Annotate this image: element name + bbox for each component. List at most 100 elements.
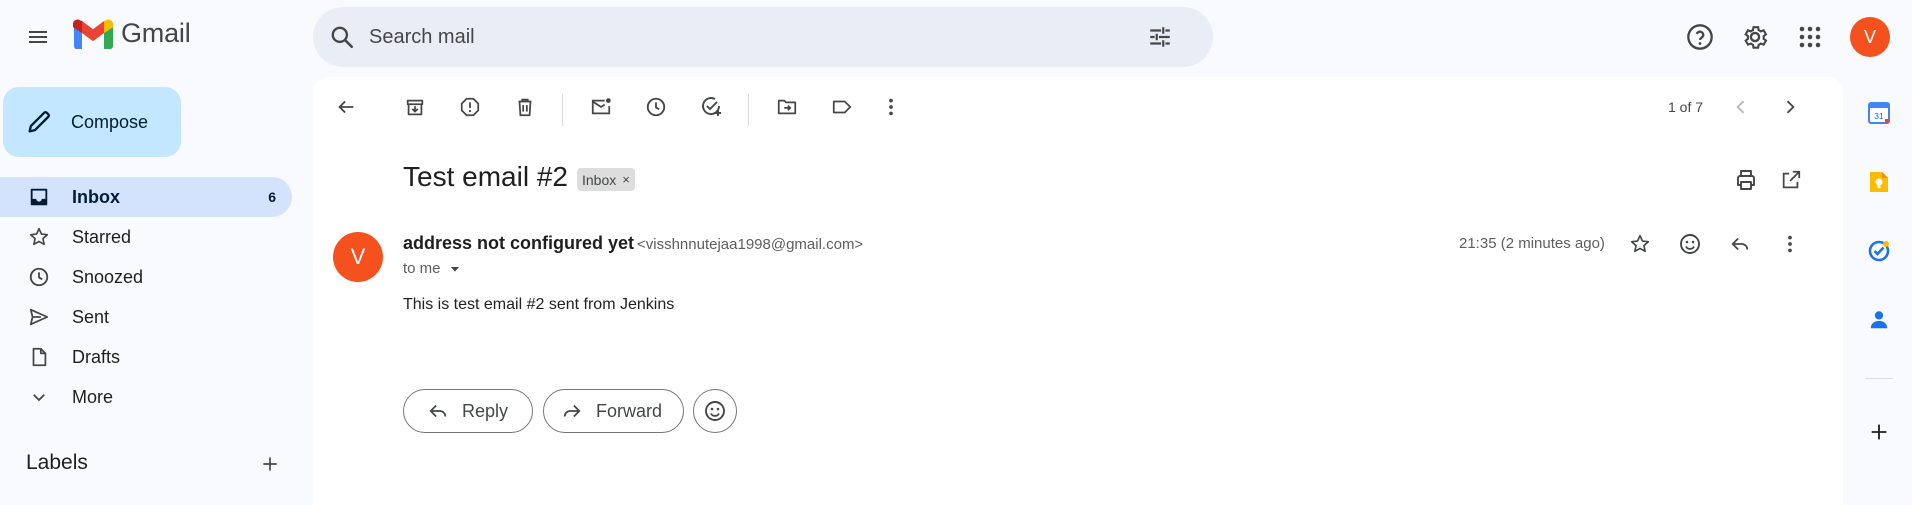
search-input[interactable] [369,25,1129,49]
reply-label: Reply [462,400,509,421]
gmail-logo[interactable]: Gmail [73,18,191,49]
tasks-app-button[interactable] [1862,234,1896,268]
recipients-toggle[interactable]: to me [403,260,463,277]
calendar-icon: 31 [1868,102,1890,124]
recipients-text: to me [403,260,441,277]
compose-label: Compose [71,111,149,132]
more-options-button[interactable] [873,89,909,125]
gmail-m-icon [73,19,113,49]
gmail-wordmark: Gmail [121,18,191,48]
account-avatar[interactable]: V [1850,17,1890,57]
star-icon [1630,234,1650,253]
forward-pill-button[interactable]: Forward [543,389,684,433]
sidebar-item-inbox[interactable]: Inbox 6 [0,177,292,217]
sender-email: <visshnnutejaa1998@gmail.com> [637,236,864,253]
move-to-folder-icon [777,99,797,115]
inbox-icon [27,185,51,209]
emoji-icon [705,401,725,421]
arrow-back-icon [338,100,354,114]
mark-unread-button[interactable] [583,89,619,125]
reply-button[interactable] [1722,226,1758,262]
draft-icon [27,345,51,369]
sidebar-item-snoozed[interactable]: Snoozed [0,257,292,297]
plus-icon [263,457,277,471]
remove-label-button[interactable]: × [622,172,630,187]
pencil-icon [25,108,53,136]
message-view: 1 of 7 Test email #2 Inbox × V address n… [313,77,1843,505]
inbox-label-chip: Inbox × [577,168,635,191]
rail-divider [1865,378,1893,379]
sidebar-item-sent[interactable]: Sent [0,297,292,337]
tasks-check-icon [1868,240,1890,262]
forward-label: Forward [596,400,663,421]
back-to-inbox-button[interactable] [328,89,364,125]
reply-icon [1731,237,1749,251]
message-more-button[interactable] [1772,226,1808,262]
sender-name[interactable]: address not configured yet [403,233,634,254]
label-icon [832,100,852,114]
report-icon [460,97,480,117]
open-new-window-button[interactable] [1773,162,1809,198]
reply-icon [426,399,450,423]
search-options-icon[interactable] [1147,24,1173,50]
calendar-app-button[interactable]: 31 [1862,96,1896,130]
search-icon[interactable] [329,24,355,50]
clock-icon [27,265,51,289]
support-button[interactable] [1680,17,1720,57]
send-icon [27,305,51,329]
google-apps-button[interactable] [1790,17,1830,57]
email-subject: Test email #2 [403,161,568,192]
labels-heading: Labels [26,451,88,474]
move-to-button[interactable] [769,89,805,125]
archive-button[interactable] [397,89,433,125]
labels-button[interactable] [824,89,860,125]
sender-avatar[interactable]: V [333,232,383,282]
clock-icon [646,97,666,117]
sidebar-item-label: More [72,386,114,407]
pagination-text: 1 of 7 [1668,99,1704,115]
emoji-icon [1680,234,1700,254]
chevron-down-icon [27,385,51,409]
sidebar-item-label: Starred [72,226,132,247]
contacts-person-icon [1870,311,1888,329]
sidebar-item-label: Drafts [72,346,121,367]
sidebar-item-label: Inbox [72,186,120,207]
sidebar-item-label: Snoozed [72,266,144,287]
sidebar-item-more[interactable]: More [0,377,292,417]
chevron-right-icon [1786,100,1795,114]
snooze-button[interactable] [638,89,674,125]
main-menu-button[interactable] [18,17,58,57]
report-spam-button[interactable] [452,89,488,125]
compose-button[interactable]: Compose [3,87,181,157]
caret-down-icon [450,266,459,272]
delete-button[interactable] [507,89,543,125]
plus-icon [1871,424,1887,440]
get-addons-button[interactable] [1862,415,1896,449]
print-icon [1737,170,1755,190]
settings-button[interactable] [1735,17,1775,57]
sidebar-item-label: Sent [72,306,110,327]
keep-app-button[interactable] [1862,165,1896,199]
search-bar[interactable] [313,7,1213,67]
sidebar-item-drafts[interactable]: Drafts [0,337,292,377]
open-in-new-icon [1782,170,1801,189]
hamburger-menu-icon [29,31,47,43]
print-all-button[interactable] [1728,162,1764,198]
archive-icon [406,99,424,116]
add-reaction-button[interactable] [1672,226,1708,262]
add-to-tasks-button[interactable] [693,89,729,125]
contacts-app-button[interactable] [1862,303,1896,337]
chevron-left-icon [1736,100,1745,114]
add-task-icon [702,97,721,116]
apps-grid-icon [1799,26,1821,48]
newer-button[interactable] [1723,89,1759,125]
star-button[interactable] [1622,226,1658,262]
sidebar-item-starred[interactable]: Starred [0,217,292,257]
older-button[interactable] [1772,89,1808,125]
mark-unread-icon [591,98,611,115]
more-vert-icon [889,98,893,116]
reply-pill-button[interactable]: Reply [403,389,533,433]
reaction-pill-button[interactable] [693,389,737,433]
gear-icon [1744,26,1768,49]
create-label-button[interactable] [258,452,282,476]
